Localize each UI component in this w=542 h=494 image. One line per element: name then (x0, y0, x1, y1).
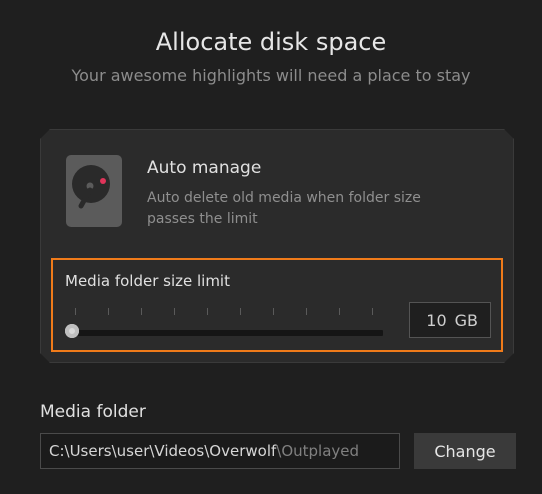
hard-disk-icon (65, 154, 123, 228)
size-limit-section: Media folder size limit 10 GB (51, 258, 503, 352)
slider-tick (240, 308, 241, 315)
slider-tick (339, 308, 340, 315)
size-slider-thumb[interactable] (65, 324, 79, 338)
page-subtitle: Your awesome highlights will need a plac… (71, 66, 471, 85)
size-slider-track[interactable] (67, 330, 383, 336)
size-limit-unit: GB (454, 310, 478, 330)
change-folder-button[interactable]: Change (414, 433, 516, 469)
media-folder-subpath: \Outplayed (276, 442, 360, 460)
auto-manage-description: Auto delete old media when folder size p… (147, 190, 421, 227)
size-limit-label: Media folder size limit (65, 272, 230, 290)
slider-tick (372, 308, 373, 315)
media-folder-path: C:\Users\user\Videos\Overwolf (49, 442, 277, 460)
size-limit-input[interactable]: 10 GB (409, 302, 491, 338)
slider-ticks (75, 308, 375, 318)
slider-tick (108, 308, 109, 315)
slider-tick (141, 308, 142, 315)
page-title: Allocate disk space (155, 28, 387, 56)
media-folder-label: Media folder (40, 402, 146, 422)
auto-manage-title: Auto manage (147, 158, 262, 178)
slider-tick (207, 308, 208, 315)
slider-tick (174, 308, 175, 315)
slider-tick (306, 308, 307, 315)
auto-manage-card: Auto manage Auto delete old media when f… (40, 129, 514, 363)
media-folder-path-field[interactable]: C:\Users\user\Videos\Overwolf \Outplayed (40, 433, 400, 469)
slider-tick (75, 308, 76, 315)
slider-tick (273, 308, 274, 315)
size-limit-value: 10 (426, 310, 447, 330)
